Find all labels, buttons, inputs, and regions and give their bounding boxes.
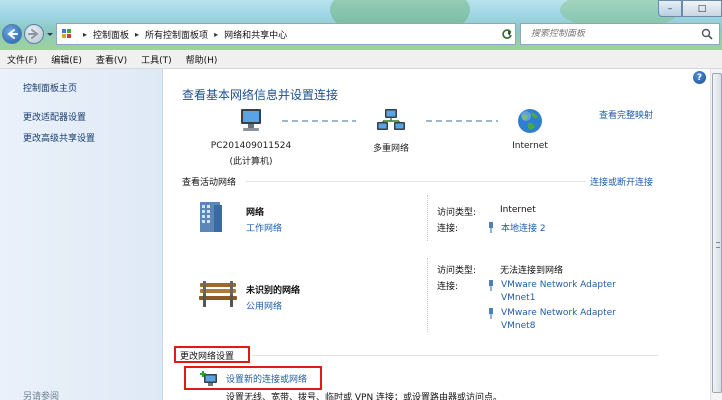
network-2-name: 未识别的网络 [246, 286, 301, 296]
map-node-computer[interactable]: PC201409011524 (此计算机) [205, 107, 297, 167]
sidebar: 控制面板主页 更改适配器设置 更改高级共享设置 另请参阅 [0, 69, 163, 400]
title-bar: – □ ▸ 控制面板 ▸ 所有控制面板项 ▸ 网络和共享中心 ▾ [0, 0, 722, 50]
minimize-button[interactable]: – [658, 0, 682, 17]
computer-name: PC201409011524 [210, 141, 292, 151]
breadcrumb-control-panel[interactable]: 控制面板 [93, 28, 129, 41]
network-1-conn-label: 连接: [437, 224, 459, 234]
sidebar-item-control-panel-home[interactable]: 控制面板主页 [23, 81, 77, 94]
search-icon[interactable] [701, 28, 713, 40]
setup-description: 设置无线、宽带、拨号、临时或 VPN 连接；或设置路由器或访问点。 [226, 393, 503, 400]
back-arrow-icon [7, 29, 18, 39]
forward-arrow-icon [28, 29, 39, 39]
network-1-name: 网络 [246, 208, 265, 218]
menu-tools[interactable]: 工具(T) [134, 53, 179, 66]
control-panel-icon [62, 29, 71, 38]
menu-edit[interactable]: 编辑(E) [44, 53, 89, 66]
search-input[interactable] [521, 29, 691, 39]
network-1-type-link[interactable]: 工作网络 [246, 221, 282, 234]
breadcrumb-separator[interactable]: ▸ [214, 30, 218, 39]
help-button[interactable]: ? [693, 71, 706, 84]
ethernet-icon [489, 222, 493, 233]
breadcrumb-separator[interactable]: ▸ [135, 30, 139, 39]
network-1-access-label: 访问类型: [437, 208, 477, 218]
scrollbar-thumb[interactable] [712, 73, 722, 393]
park-bench-icon [199, 281, 237, 307]
change-settings-heading: 更改网络设置 [180, 352, 235, 362]
network-1-access-value: Internet [500, 205, 536, 215]
forward-button[interactable] [24, 24, 44, 44]
map-connector [426, 120, 498, 122]
section-divider [246, 181, 586, 182]
window-controls: – □ [658, 0, 722, 17]
history-dropdown-icon[interactable] [46, 28, 54, 40]
breadcrumb-all-items[interactable]: 所有控制面板项 [145, 28, 208, 41]
sidebar-item-adapter-settings[interactable]: 更改适配器设置 [23, 110, 86, 123]
computer-icon [241, 109, 261, 131]
network-2-access-label: 访问类型: [437, 266, 477, 276]
multi-network-label: 多重网络 [372, 144, 409, 154]
network-divider [427, 195, 428, 241]
connection-name: VMware Network Adapter VMnet8 [501, 308, 616, 331]
internet-label: Internet [512, 141, 548, 151]
ethernet-icon [489, 280, 493, 291]
vertical-scrollbar[interactable] [710, 69, 722, 400]
map-node-internet[interactable]: Internet [500, 107, 560, 151]
active-networks-heading: 查看活动网络 [182, 178, 237, 188]
setup-new-connection-link[interactable]: 设置新的连接或网络 [226, 372, 307, 385]
menu-bar: 文件(F) 编辑(E) 查看(V) 工具(T) 帮助(H) [0, 50, 722, 69]
search-box[interactable] [520, 23, 720, 45]
address-bar[interactable]: ▸ 控制面板 ▸ 所有控制面板项 ▸ 网络和共享中心 ▾ [56, 23, 516, 45]
network-1-connection-link[interactable]: 本地连接 2 [487, 221, 546, 234]
network-2-connection-link-2[interactable]: VMware Network Adapter VMnet8 [487, 307, 637, 333]
maximize-icon: □ [697, 3, 707, 14]
sidebar-item-advanced-sharing[interactable]: 更改高级共享设置 [23, 131, 95, 144]
network-2-access-value: 无法连接到网络 [500, 266, 564, 276]
building-icon [200, 202, 222, 232]
ethernet-icon [489, 308, 493, 319]
page-title: 查看基本网络信息并设置连接 [182, 88, 339, 102]
connect-disconnect-link[interactable]: 连接或断开连接 [590, 175, 653, 188]
map-node-multi-network[interactable]: 多重网络 [361, 107, 421, 154]
network-divider [427, 258, 428, 332]
section-divider [252, 355, 658, 356]
connection-name: VMware Network Adapter VMnet1 [501, 280, 616, 303]
menu-file[interactable]: 文件(F) [0, 53, 44, 66]
view-full-map-link[interactable]: 查看完整映射 [599, 108, 653, 121]
back-button[interactable] [2, 24, 22, 44]
network-2-conn-label: 连接: [437, 282, 459, 292]
computer-subtitle: (此计算机) [229, 157, 273, 167]
network-2-connection-link-1[interactable]: VMware Network Adapter VMnet1 [487, 279, 637, 305]
refresh-button[interactable] [497, 24, 517, 44]
multi-network-icon [377, 109, 405, 130]
refresh-icon [502, 29, 512, 39]
new-connection-icon [200, 371, 217, 386]
network-2-type-label: 公用网络 [246, 302, 283, 312]
menu-help[interactable]: 帮助(H) [179, 53, 225, 66]
breadcrumb-separator: ▸ [83, 29, 88, 39]
breadcrumb-network-center[interactable]: 网络和共享中心 [224, 28, 287, 41]
minimize-icon: – [667, 3, 673, 14]
menu-view[interactable]: 查看(V) [89, 53, 134, 66]
maximize-button[interactable]: □ [682, 0, 722, 17]
see-also-heading: 另请参阅 [23, 392, 60, 400]
globe-icon [518, 109, 542, 133]
connection-name: 本地连接 2 [501, 224, 546, 234]
